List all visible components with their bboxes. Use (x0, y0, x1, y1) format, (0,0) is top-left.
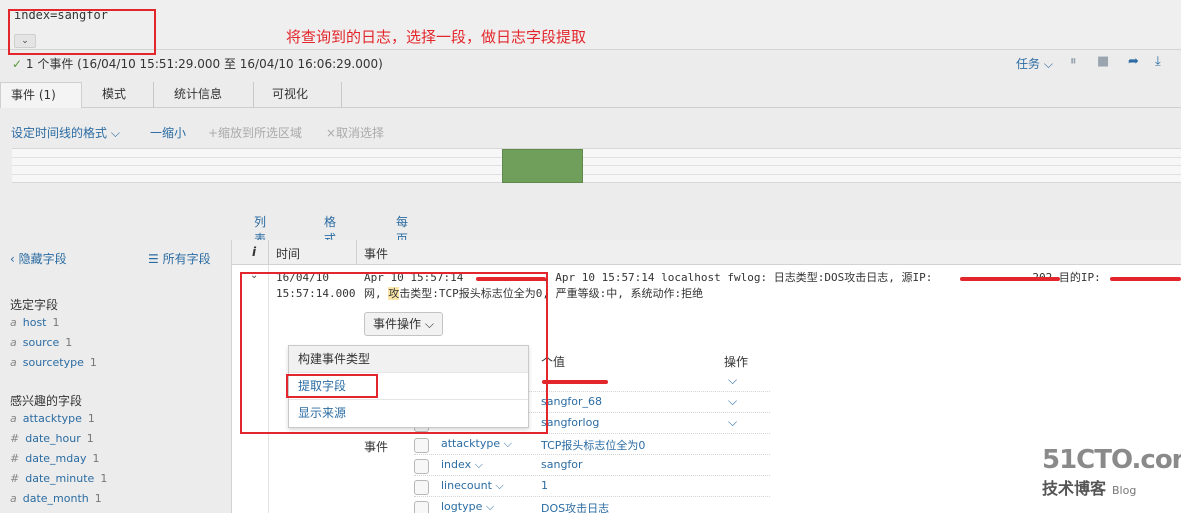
watermark: 51CTO.com 技术博客Blog (1042, 445, 1181, 498)
time-column-header[interactable]: 时间 (276, 245, 300, 262)
fields-action-header: 操作 (724, 355, 749, 369)
event-count-summary: ✓ 1 个事件 (16/04/10 15:51:29.000 至 16/04/1… (12, 57, 383, 71)
all-fields-link[interactable]: ☰ 所有字段 (148, 250, 211, 267)
check-icon: ✓ (12, 57, 23, 71)
tab-events[interactable]: 事件 (1) (0, 82, 82, 108)
selected-fields-heading: 选定字段 (10, 298, 59, 312)
download-icon[interactable]: ⤓ (1155, 54, 1161, 69)
annotation-box-event (240, 272, 548, 434)
event-column-header: 事件 (364, 247, 389, 261)
field-row: attacktype ⌵ TCP报头标志位全为0 (414, 435, 770, 455)
zoom-to-selection-button[interactable]: +缩放到所选区域 (208, 124, 302, 141)
stop-icon[interactable]: ■ (1097, 54, 1109, 69)
interesting-fields-heading: 感兴趣的字段 (10, 394, 83, 408)
tab-visualization[interactable]: 可视化 (254, 82, 342, 108)
field-row: index ⌵ sangfor (414, 456, 770, 476)
annotation-text: 将查询到的日志，选择一段，做日志字段提取 (286, 28, 587, 46)
sidebar-field-sourcetype[interactable]: a sourcetype 1 (10, 356, 97, 369)
search-bar: index=sangfor ⌄ (0, 0, 1181, 50)
hide-fields-link[interactable]: ‹ 隐藏字段 (10, 250, 67, 267)
annotation-box-search (8, 9, 156, 55)
field-row: logtype ⌵ DOS攻击日志 (414, 498, 770, 513)
chevron-down-icon[interactable]: ⌵ (728, 373, 737, 388)
pause-icon[interactable]: ⏸ (1070, 54, 1077, 69)
list-icon: ☰ (148, 252, 159, 266)
redaction-mark (960, 277, 1060, 281)
tasks-menu[interactable]: 任务 ⌵ (1016, 55, 1053, 72)
event-label: 事件 (364, 440, 389, 454)
field-checkbox[interactable] (414, 438, 429, 453)
sidebar-field-host[interactable]: a host 1 (10, 316, 60, 329)
share-icon[interactable]: ➦ (1128, 54, 1139, 69)
chevron-down-icon[interactable]: ⌵ (728, 394, 737, 409)
chevron-down-icon: ⌵ (110, 126, 120, 140)
deselect-button[interactable]: ×取消选择 (326, 124, 384, 141)
timeline-toolbar: 设定时间线的格式 ⌵ 一缩小 +缩放到所选区域 ×取消选择 (0, 120, 700, 140)
sidebar-field-date-minute[interactable]: # date_minute 1 (10, 472, 107, 485)
sidebar-field-attacktype[interactable]: a attacktype 1 (10, 412, 95, 425)
sidebar-field-date-month[interactable]: a date_month 1 (10, 492, 102, 505)
timeline-chart[interactable] (12, 148, 1181, 183)
events-table: i 时间 事件 ⌄ 16/04/10 15:57:14.000 Apr 10 1… (232, 240, 1181, 513)
timeline-gridline (12, 157, 1181, 158)
redaction-mark (1110, 277, 1181, 281)
tab-patterns[interactable]: 模式 (82, 82, 154, 108)
column-separator (268, 240, 269, 265)
result-tabs: 事件 (1) 模式 统计信息 可视化 (0, 82, 1181, 108)
field-checkbox[interactable] (414, 501, 429, 513)
chevron-down-icon: ⌵ (495, 479, 504, 492)
field-checkbox[interactable] (414, 480, 429, 495)
chevron-down-icon: ⌵ (485, 500, 495, 513)
sidebar-field-date-hour[interactable]: # date_hour 1 (10, 432, 94, 445)
info-column-header: i (252, 245, 257, 259)
column-separator (356, 240, 357, 265)
timeline-gridline (12, 165, 1181, 166)
chevron-left-icon: ‹ (10, 252, 15, 266)
event-summary-bar: ✓ 1 个事件 (16/04/10 15:51:29.000 至 16/04/1… (0, 50, 1181, 78)
chevron-down-icon: ⌵ (474, 458, 483, 471)
events-table-header: i 时间 事件 (232, 240, 1181, 265)
timeline-gridline (12, 174, 1181, 175)
field-row: linecount ⌵ 1 (414, 477, 770, 497)
timeline-format-menu[interactable]: 设定时间线的格式 ⌵ (11, 124, 120, 141)
chevron-down-icon[interactable]: ⌵ (728, 415, 737, 430)
chevron-down-icon: ⌵ (1043, 57, 1053, 71)
timeline-bar[interactable] (502, 149, 583, 183)
chevron-down-icon: ⌵ (503, 437, 512, 450)
sidebar-field-date-mday[interactable]: # date_mday 1 (10, 452, 99, 465)
zoom-out-button[interactable]: 一缩小 (150, 124, 186, 141)
fields-sidebar: ‹ 隐藏字段 ☰ 所有字段 选定字段 a host 1 a source 1 a sour… (0, 240, 232, 513)
sidebar-field-source[interactable]: a source 1 (10, 336, 72, 349)
tab-statistics[interactable]: 统计信息 (154, 82, 254, 108)
field-checkbox[interactable] (414, 459, 429, 474)
redaction-mark (542, 380, 608, 384)
